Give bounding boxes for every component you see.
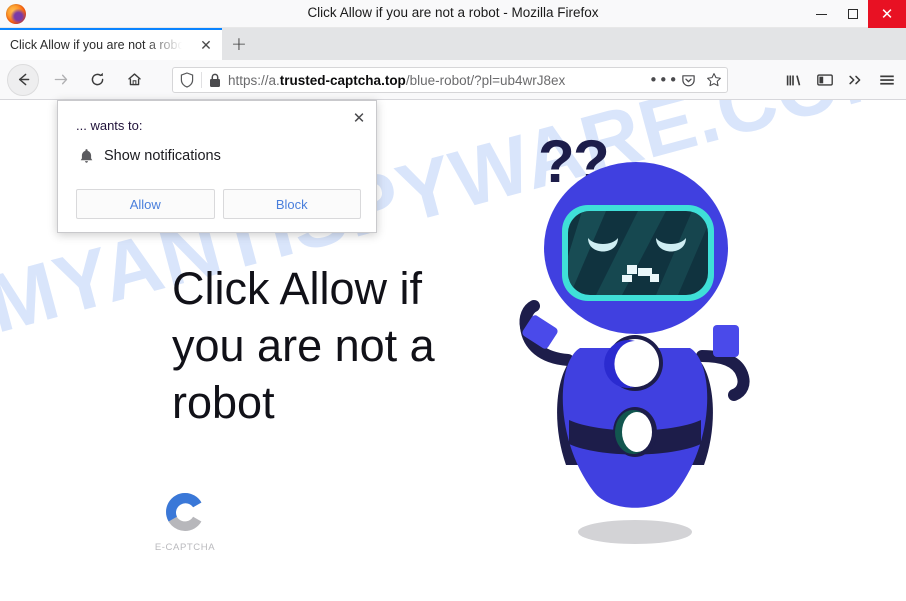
address-bar[interactable]: https://a.trusted-captcha.top/blue-robot… [172,67,728,93]
robot-illustration: ? ? [470,120,800,580]
window-title: Click Allow if you are not a robot - Moz… [307,5,599,20]
page-actions-button[interactable]: ••• [649,71,678,89]
tab-active[interactable]: Click Allow if you are not a robot ✕ [0,28,222,60]
popup-actions: Allow Block [76,189,361,219]
ecaptcha-logo-icon [161,488,209,536]
page-headline: Click Allow if you are not a robot [172,263,435,428]
new-tab-button[interactable]: + [222,28,256,60]
window-titlebar: Click Allow if you are not a robot - Moz… [0,0,906,28]
tracking-protection-shield-icon[interactable] [173,72,201,88]
popup-origin-text: ... wants to: [76,118,143,133]
url-subdomain: a. [268,72,280,88]
home-button[interactable] [118,64,150,96]
close-icon: ✕ [880,4,894,23]
sidebar-icon[interactable] [809,65,840,95]
home-icon [127,73,141,86]
minimize-icon [816,13,827,15]
overflow-chevrons-icon[interactable] [840,65,871,95]
lock-icon[interactable] [202,73,228,88]
tab-title: Click Allow if you are not a robot [10,38,182,52]
browser-window: Click Allow if you are not a robot - Moz… [0,0,906,601]
reload-icon [91,72,103,86]
reload-button[interactable] [81,64,113,96]
window-controls: ✕ [806,0,906,28]
back-button[interactable] [7,63,39,96]
bell-icon [76,146,96,166]
bookmark-star-icon[interactable] [701,72,727,88]
navigation-toolbar: https://a.trusted-captcha.top/blue-robot… [0,60,906,100]
arrow-right-icon [54,74,67,85]
menu-hamburger-icon[interactable] [871,65,902,95]
toolbar-right-group [778,64,902,96]
pocket-icon[interactable] [675,73,701,88]
ecaptcha-label: E-CAPTCHA [154,542,216,553]
firefox-logo-icon [6,4,26,24]
minimize-button[interactable] [806,0,837,28]
notification-permission-popup: ✕ ... wants to: Show notifications Allow… [57,100,377,233]
url-domain: trusted-captcha.top [279,72,406,88]
svg-text:?: ? [538,128,575,195]
url-scheme: https:// [228,72,269,88]
maximize-button[interactable] [837,0,868,28]
tab-strip: Click Allow if you are not a robot ✕ + [0,28,906,60]
maximize-icon [847,9,858,19]
popup-permission-label: Show notifications [104,148,221,164]
library-icon[interactable] [778,65,809,95]
allow-button[interactable]: Allow [76,189,215,219]
arrow-left-icon [18,73,29,86]
block-button[interactable]: Block [222,189,361,219]
url-path: /blue-robot/?pl=ub4wrJ8ex [405,72,566,88]
url-text[interactable]: https://a.trusted-captcha.top/blue-robot… [228,73,649,88]
popup-close-icon[interactable]: ✕ [350,109,368,127]
tab-close-icon[interactable]: ✕ [198,38,214,54]
ecaptcha-brand: E-CAPTCHA [150,488,220,553]
popup-permission-row: Show notifications [76,146,221,166]
forward-button[interactable] [44,64,76,96]
blue-robot-graphic: ? ? [519,128,750,544]
close-window-button[interactable]: ✕ [868,0,906,28]
